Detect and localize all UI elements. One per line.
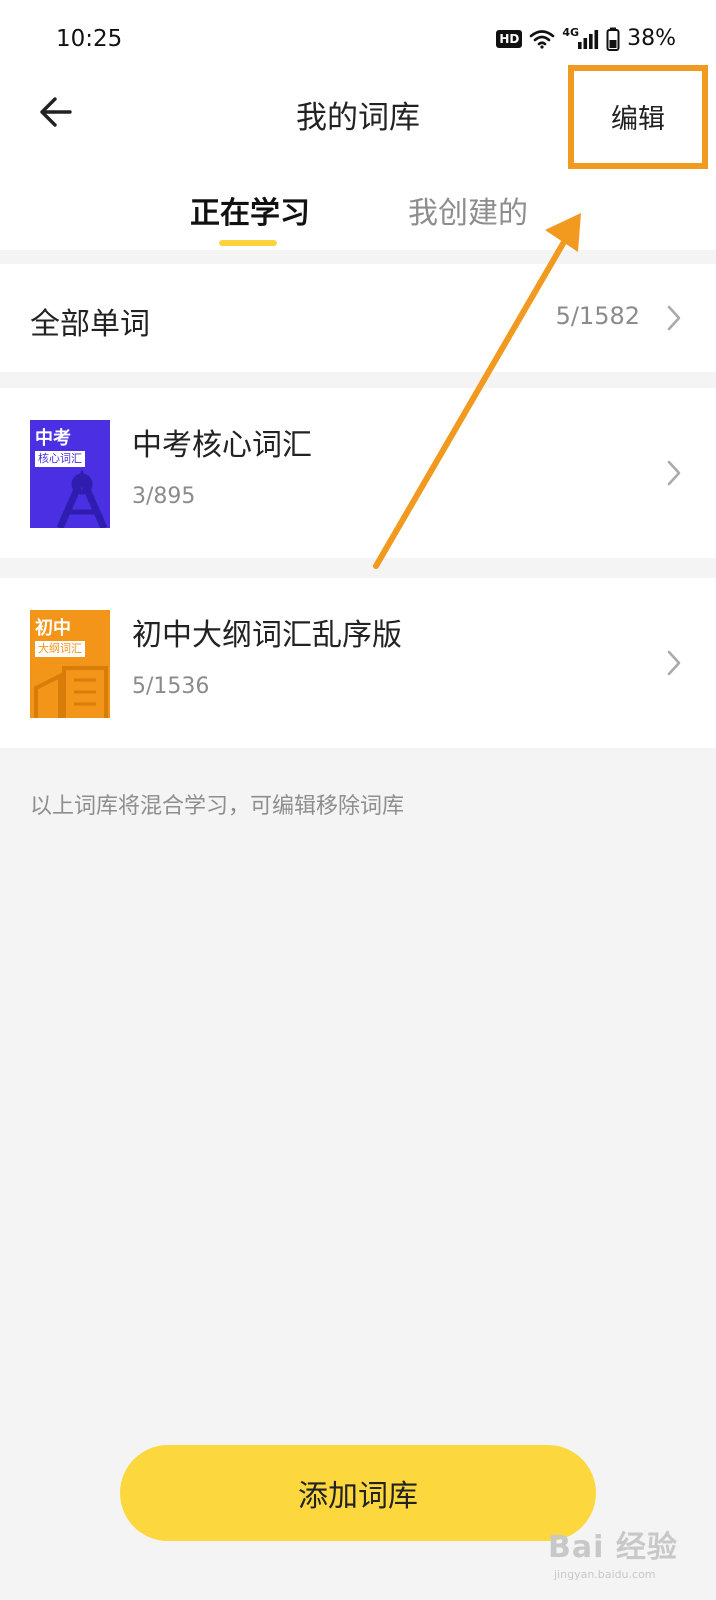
hd-icon: HD [496,29,523,48]
all-words-label: 全部单词 [30,307,150,342]
battery-percent: 38% [627,26,676,51]
signal-icon: 4G [562,26,599,49]
cover-title: 初中 [35,618,71,639]
edit-button[interactable]: 编辑 [570,66,706,166]
chevron-right-icon [667,460,681,486]
watermark-main: Bai 经验 [548,1530,678,1565]
tab-indicator [219,240,277,246]
list-item-book[interactable]: 初中 大纲词汇 初中大纲词汇乱序版 5/1536 [0,578,716,748]
all-words-count: 5/1582 [555,302,640,330]
battery-icon [606,27,620,51]
cover-subtitle: 大纲词汇 [35,641,85,657]
chevron-right-icon [667,650,681,676]
list-item-book[interactable]: 中考 核心词汇 中考核心词汇 3/895 [0,388,716,558]
status-indicators: HD 4G 38% [496,26,676,51]
book-title: 初中大纲词汇乱序版 [132,618,402,653]
book-progress: 5/1536 [132,674,210,699]
watermark-sub: jingyan.baidu.com [554,1568,656,1581]
watermark-logo: Bai 经验 jingyan.baidu.com [548,1516,684,1588]
book-progress: 3/895 [132,484,196,509]
all-words-row[interactable]: 全部单词 5/1582 [0,264,716,372]
add-library-button[interactable]: 添加词库 [120,1445,596,1541]
cover-subtitle: 核心词汇 [35,451,85,467]
tab-created[interactable]: 我创建的 [408,188,528,232]
chevron-right-icon [667,305,681,331]
book-cover: 初中 大纲词汇 [30,610,110,718]
hint-text: 以上词库将混合学习，可编辑移除词库 [30,794,405,819]
cover-title: 中考 [35,428,71,449]
tab-learning[interactable]: 正在学习 [190,188,310,232]
wifi-icon [529,29,555,49]
book-title: 中考核心词汇 [132,428,312,463]
book-cover: 中考 核心词汇 [30,420,110,528]
status-time: 10:25 [56,26,123,52]
network-type-label: 4G [562,26,580,39]
